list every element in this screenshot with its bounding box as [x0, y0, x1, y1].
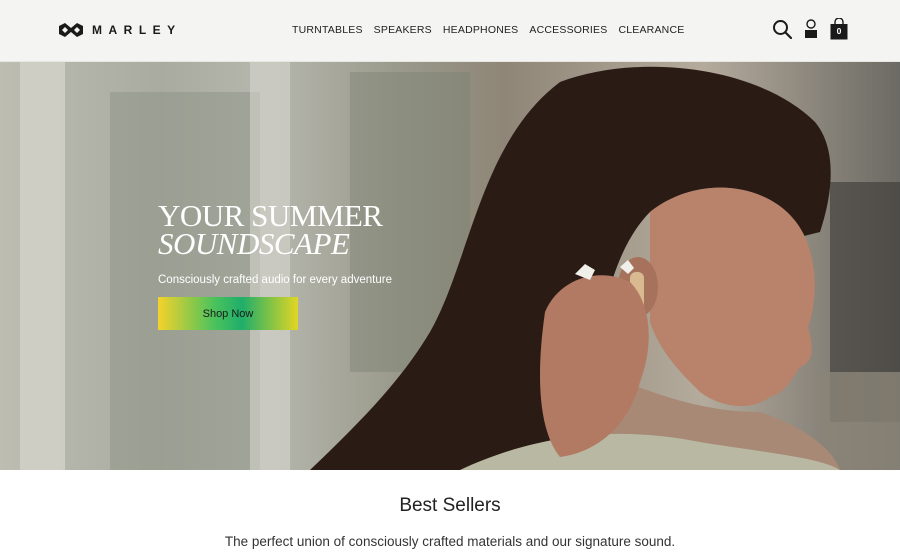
nav-turntables[interactable]: TURNTABLES [292, 24, 363, 36]
nav-accessories[interactable]: ACCESSORIES [529, 24, 607, 36]
cart-button[interactable]: 0 [830, 18, 848, 40]
hero-subtitle: Consciously crafted audio for every adve… [158, 274, 392, 286]
search-button[interactable] [772, 19, 792, 39]
search-icon [773, 20, 792, 39]
account-icon [805, 19, 817, 38]
hero-heading: YOUR SUMMER SOUNDSCAPE [158, 200, 383, 261]
main-nav: TURNTABLES SPEAKERS HEADPHONES ACCESSORI… [292, 24, 684, 36]
hero-photo-woman-with-earbuds [20, 62, 900, 470]
nav-speakers[interactable]: SPEAKERS [374, 24, 432, 36]
logo-text: MARLEY [92, 23, 182, 37]
marley-logo-mark-icon [59, 23, 83, 37]
hero-heading-line-2: SOUNDSCAPE [158, 226, 350, 261]
nav-headphones[interactable]: HEADPHONES [443, 24, 519, 36]
best-sellers-description: The perfect union of consciously crafted… [224, 534, 676, 549]
shop-now-button[interactable]: Shop Now [158, 297, 298, 330]
hero-banner: YOUR SUMMER SOUNDSCAPE Consciously craft… [0, 62, 900, 470]
marley-logo[interactable]: MARLEY [58, 22, 182, 38]
header-utilities: 0 [772, 18, 848, 40]
nav-clearance[interactable]: CLEARANCE [618, 24, 684, 36]
best-sellers-title: Best Sellers [399, 495, 501, 516]
account-button[interactable] [804, 19, 818, 39]
site-header: MARLEY TURNTABLES SPEAKERS HEADPHONES AC… [0, 0, 900, 62]
cart-count-badge: 0 [836, 26, 842, 36]
